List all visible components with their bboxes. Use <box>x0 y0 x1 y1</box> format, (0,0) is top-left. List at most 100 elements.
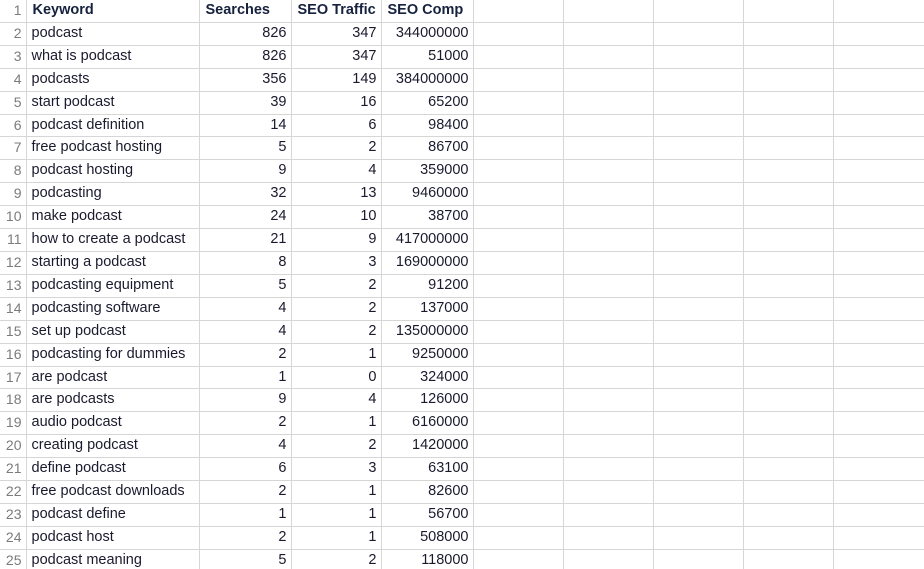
empty-cell[interactable] <box>473 434 564 459</box>
cell-keyword[interactable]: free podcast downloads <box>26 480 200 504</box>
cell-searches[interactable]: 21 <box>199 228 292 252</box>
cell-seo-traffic[interactable]: 2 <box>291 297 382 321</box>
cell-seo-traffic[interactable]: 2 <box>291 136 382 161</box>
empty-cell[interactable] <box>473 526 564 550</box>
table-row[interactable]: 10 make podcast 24 10 38700 <box>0 205 924 230</box>
row-number[interactable]: 15 <box>0 320 27 344</box>
table-row[interactable]: 20 creating podcast 4 2 1420000 <box>0 434 924 459</box>
cell-keyword[interactable]: podcasting equipment <box>26 274 200 298</box>
cell-keyword[interactable]: how to create a podcast <box>26 228 200 252</box>
empty-cell[interactable] <box>563 136 654 161</box>
cell-searches[interactable]: 9 <box>199 159 292 184</box>
empty-cell[interactable] <box>653 549 744 569</box>
cell-searches[interactable]: 1 <box>199 366 292 390</box>
cell-seo-traffic[interactable]: 3 <box>291 251 382 275</box>
empty-cell[interactable] <box>653 457 744 482</box>
spreadsheet-grid[interactable]: 1 Keyword Searches SEO Traffic SEO Comp 2 podc… <box>0 0 924 569</box>
row-number[interactable]: 22 <box>0 480 27 504</box>
row-number[interactable]: 25 <box>0 549 27 569</box>
empty-cell[interactable] <box>833 343 924 367</box>
cell-searches[interactable]: 5 <box>199 274 292 298</box>
empty-cell[interactable] <box>473 274 564 298</box>
cell-seo-traffic[interactable]: 1 <box>291 526 382 550</box>
row-number[interactable]: 3 <box>0 45 27 69</box>
cell-seo-comp[interactable]: 126000 <box>381 388 474 413</box>
empty-cell[interactable] <box>473 366 564 390</box>
cell-searches[interactable]: 356 <box>199 68 292 92</box>
empty-cell[interactable] <box>743 388 834 413</box>
empty-cell[interactable] <box>653 274 744 298</box>
cell-searches[interactable]: 2 <box>199 343 292 367</box>
empty-cell[interactable] <box>653 480 744 504</box>
cell-seo-comp[interactable]: 324000 <box>381 366 474 390</box>
cell-seo-traffic[interactable]: 149 <box>291 68 382 92</box>
empty-cell[interactable] <box>833 68 924 92</box>
empty-cell[interactable] <box>473 205 564 230</box>
empty-cell[interactable] <box>653 136 744 161</box>
empty-cell[interactable] <box>563 91 654 115</box>
empty-cell[interactable] <box>743 159 834 184</box>
cell-seo-traffic[interactable]: 1 <box>291 343 382 367</box>
row-number[interactable]: 2 <box>0 22 27 46</box>
table-row[interactable]: 6 podcast definition 14 6 98400 <box>0 114 924 138</box>
cell-seo-traffic[interactable]: 10 <box>291 205 382 230</box>
empty-cell[interactable] <box>833 297 924 321</box>
cell-searches[interactable]: 39 <box>199 91 292 115</box>
empty-cell[interactable] <box>653 228 744 252</box>
empty-cell[interactable] <box>563 251 654 275</box>
empty-cell[interactable] <box>833 251 924 275</box>
empty-cell[interactable] <box>833 159 924 184</box>
empty-cell[interactable] <box>743 182 834 207</box>
row-number[interactable]: 23 <box>0 503 27 527</box>
empty-cell[interactable] <box>743 0 834 23</box>
table-row[interactable]: 14 podcasting software 4 2 137000 <box>0 297 924 321</box>
cell-keyword[interactable]: podcast <box>26 22 200 46</box>
cell-searches[interactable]: 32 <box>199 182 292 207</box>
cell-seo-comp[interactable]: 6160000 <box>381 411 474 436</box>
table-row[interactable]: 19 audio podcast 2 1 6160000 <box>0 411 924 436</box>
empty-cell[interactable] <box>473 22 564 46</box>
empty-cell[interactable] <box>653 297 744 321</box>
empty-cell[interactable] <box>473 320 564 344</box>
empty-cell[interactable] <box>563 320 654 344</box>
empty-cell[interactable] <box>653 251 744 275</box>
cell-seo-traffic[interactable]: 13 <box>291 182 382 207</box>
empty-cell[interactable] <box>833 434 924 459</box>
empty-cell[interactable] <box>833 274 924 298</box>
cell-keyword[interactable]: podcasting software <box>26 297 200 321</box>
empty-cell[interactable] <box>833 114 924 138</box>
empty-cell[interactable] <box>473 136 564 161</box>
empty-cell[interactable] <box>653 91 744 115</box>
empty-cell[interactable] <box>833 205 924 230</box>
row-number[interactable]: 14 <box>0 297 27 321</box>
empty-cell[interactable] <box>563 159 654 184</box>
empty-cell[interactable] <box>563 297 654 321</box>
cell-searches[interactable]: 8 <box>199 251 292 275</box>
empty-cell[interactable] <box>653 45 744 69</box>
cell-searches[interactable]: 14 <box>199 114 292 138</box>
table-row[interactable]: 2 podcast 826 347 344000000 <box>0 22 924 46</box>
cell-seo-traffic[interactable]: 9 <box>291 228 382 252</box>
cell-seo-comp[interactable]: 91200 <box>381 274 474 298</box>
column-header-seo-comp[interactable]: SEO Comp <box>381 0 474 23</box>
empty-cell[interactable] <box>743 91 834 115</box>
empty-cell[interactable] <box>473 411 564 436</box>
cell-keyword[interactable]: start podcast <box>26 91 200 115</box>
row-number[interactable]: 11 <box>0 228 27 252</box>
empty-cell[interactable] <box>833 136 924 161</box>
empty-cell[interactable] <box>833 0 924 23</box>
empty-cell[interactable] <box>743 434 834 459</box>
cell-seo-comp[interactable]: 98400 <box>381 114 474 138</box>
empty-cell[interactable] <box>473 91 564 115</box>
table-row[interactable]: 22 free podcast downloads 2 1 82600 <box>0 480 924 504</box>
empty-cell[interactable] <box>833 22 924 46</box>
empty-cell[interactable] <box>833 480 924 504</box>
cell-searches[interactable]: 4 <box>199 297 292 321</box>
cell-keyword[interactable]: podcast definition <box>26 114 200 138</box>
table-row[interactable]: 24 podcast host 2 1 508000 <box>0 526 924 550</box>
row-number[interactable]: 16 <box>0 343 27 367</box>
cell-seo-comp[interactable]: 65200 <box>381 91 474 115</box>
empty-cell[interactable] <box>563 68 654 92</box>
empty-cell[interactable] <box>473 549 564 569</box>
column-header-keyword[interactable]: Keyword <box>26 0 200 23</box>
